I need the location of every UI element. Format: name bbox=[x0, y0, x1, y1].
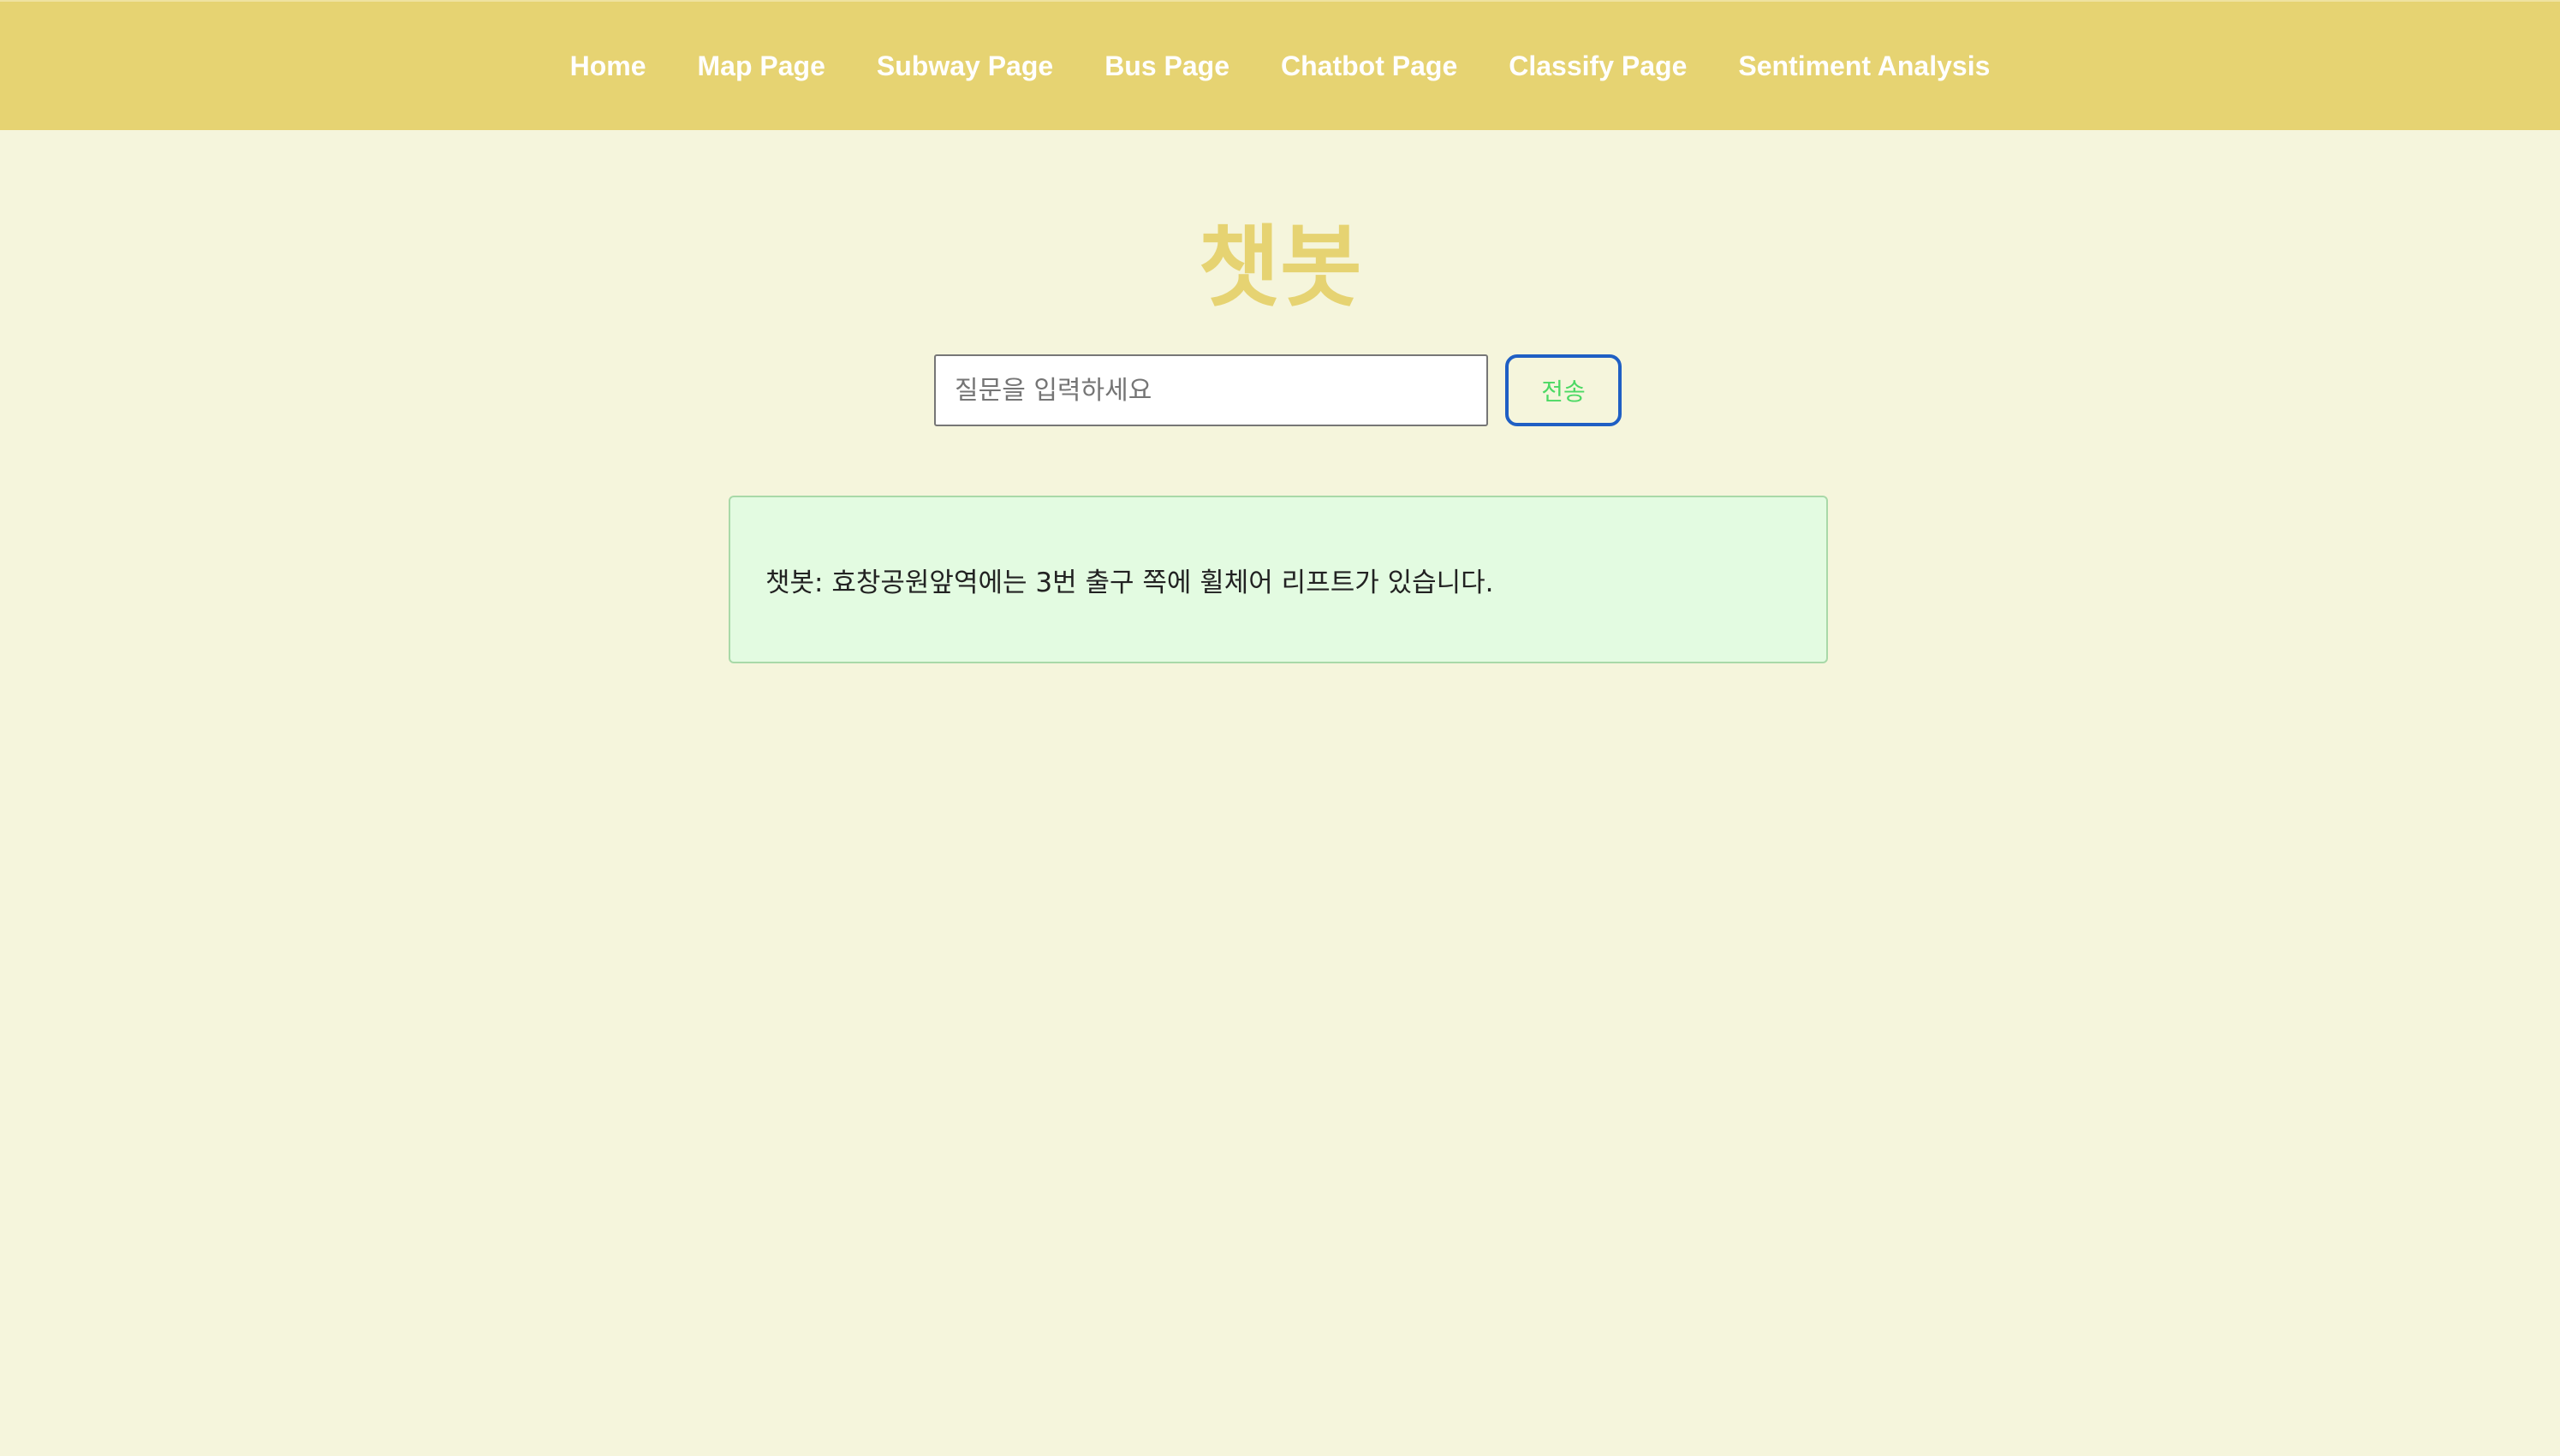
question-input[interactable] bbox=[934, 354, 1488, 426]
nav-link-sentiment-analysis[interactable]: Sentiment Analysis bbox=[1738, 51, 1990, 82]
top-navbar: Home Map Page Subway Page Bus Page Chatb… bbox=[0, 0, 2560, 130]
nav-link-chatbot-page[interactable]: Chatbot Page bbox=[1281, 51, 1457, 82]
nav-link-bus-page[interactable]: Bus Page bbox=[1104, 51, 1229, 82]
nav-link-map-page[interactable]: Map Page bbox=[698, 51, 825, 82]
chat-response-text: 챗봇: 효창공원앞역에는 3번 출구 쪽에 휠체어 리프트가 있습니다. bbox=[765, 567, 1494, 598]
send-button[interactable]: 전송 bbox=[1505, 354, 1622, 426]
page-title: 챗봇 bbox=[1198, 215, 1362, 319]
nav-link-subway-page[interactable]: Subway Page bbox=[877, 51, 1053, 82]
chat-response-box: 챗봇: 효창공원앞역에는 3번 출구 쪽에 휠체어 리프트가 있습니다. bbox=[729, 496, 1828, 663]
nav-link-classify-page[interactable]: Classify Page bbox=[1509, 51, 1687, 82]
question-form: 전송 bbox=[934, 354, 1622, 426]
nav-link-home[interactable]: Home bbox=[570, 51, 646, 82]
nav-menu: Home Map Page Subway Page Bus Page Chatb… bbox=[545, 51, 2016, 82]
